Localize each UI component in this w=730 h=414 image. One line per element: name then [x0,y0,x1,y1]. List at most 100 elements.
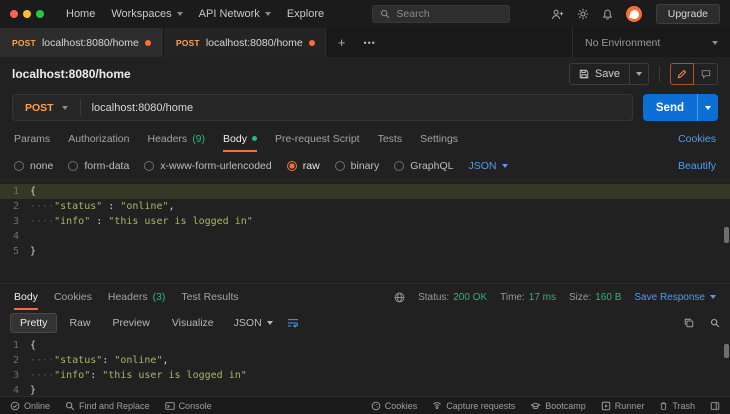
tab-authorization[interactable]: Authorization [68,125,129,152]
tab-tests[interactable]: Tests [378,125,403,152]
tab-headers[interactable]: Headers (9) [147,125,205,152]
line-number: 5 [12,246,19,257]
response-tab-body[interactable]: Body [14,284,38,310]
mode-none[interactable]: none [14,160,53,172]
capture-requests-label: Capture requests [446,400,516,411]
menu-workspaces[interactable]: Workspaces [103,4,190,24]
mode-raw[interactable]: raw [286,160,320,172]
runner-button[interactable]: Runner [601,401,644,411]
response-tab-headers[interactable]: Headers (3) [108,284,166,310]
tab-pre-request-script[interactable]: Pre-request Script [275,125,360,152]
save-button[interactable]: Save [570,64,629,84]
code-text: { [30,340,37,351]
mode-form-data[interactable]: form-data [68,160,129,172]
json-separator: : [102,201,121,212]
tab-title: localhost:8080/home [205,36,303,49]
upgrade-button[interactable]: Upgrade [655,4,721,24]
global-search-input[interactable]: Search [372,5,511,23]
mode-x-www-form-urlencoded[interactable]: x-www-form-urlencoded [144,160,272,172]
request-title: localhost:8080/home [12,66,131,81]
method-selector[interactable]: POST [13,102,80,114]
code-line: 4 [0,229,730,244]
find-replace-button[interactable]: Find and Replace [65,401,150,411]
capture-requests-button[interactable]: Capture requests [432,401,515,411]
comments-button[interactable] [694,62,718,85]
request-body-editor[interactable]: 1 { 2 ····"status" : "online", 3 ····"in… [0,180,730,283]
trash-button[interactable]: Trash [659,401,695,411]
online-status[interactable]: Online [10,401,50,411]
globe-icon[interactable] [394,292,405,303]
view-raw-button[interactable]: Raw [59,313,100,333]
find-replace-icon [66,401,75,410]
mode-binary[interactable]: binary [334,160,379,172]
tab-label: Cookies [53,291,92,303]
postman-account-avatar[interactable] [625,6,642,22]
runner-icon [601,401,611,410]
cookies-link[interactable]: Cookies [678,133,716,145]
editor-scrollbar[interactable] [724,344,729,358]
editor-scrollbar[interactable] [724,227,729,243]
menu-explore[interactable]: Explore [279,4,332,24]
request-tab-1[interactable]: POST localhost:8080/home [0,28,164,57]
invite-user-icon[interactable] [551,9,564,20]
mode-label: form-data [84,160,130,172]
language-selector[interactable]: JSON [468,160,508,172]
search-icon [381,9,390,19]
beautify-link[interactable]: Beautify [678,160,716,172]
json-value: "this user is logged in" [102,370,247,381]
response-language-selector[interactable]: JSON [226,317,281,329]
code-text: ····"info": "this user is logged in" [30,368,247,383]
rename-request-button[interactable] [670,62,694,85]
language-label: JSON [233,317,262,329]
radio-icon [394,161,405,171]
method-label: POST [25,101,54,114]
response-tab-test-results[interactable]: Test Results [181,284,238,310]
tab-settings[interactable]: Settings [420,125,458,152]
console-button[interactable]: Console [164,401,212,411]
request-tab-strip: POST localhost:8080/home POST localhost:… [0,28,730,57]
tab-label: Body [223,132,247,145]
send-options-button[interactable] [698,94,718,121]
menu-home-label: Home [66,8,96,20]
view-visualize-button[interactable]: Visualize [162,313,224,333]
view-pretty-button[interactable]: Pretty [10,313,58,333]
search-response-icon[interactable] [710,318,720,328]
view-preview-button[interactable]: Preview [102,313,159,333]
zoom-window-button[interactable] [36,10,44,18]
size-value: 160 B [595,291,622,303]
mode-graphql[interactable]: GraphQL [394,160,453,172]
settings-gear-icon[interactable] [577,8,589,20]
new-tab-button[interactable]: + [328,28,356,57]
json-value: "online" [120,201,169,212]
toggle-panel-button[interactable] [710,401,720,411]
tab-params[interactable]: Params [14,125,50,152]
bootcamp-button[interactable]: Bootcamp [530,401,586,411]
wrap-lines-icon[interactable] [287,318,299,328]
menu-home[interactable]: Home [58,4,103,24]
url-input[interactable]: localhost:8080/home [81,102,205,114]
line-number: 1 [12,186,19,197]
chevron-down-icon [264,12,271,16]
menu-api-network[interactable]: API Network [191,4,279,24]
save-button-group: Save [568,62,649,85]
send-button[interactable]: Send [643,94,697,121]
save-response-button[interactable]: Save Response [634,292,716,303]
minimize-window-button[interactable] [23,10,31,18]
notifications-bell-icon[interactable] [602,8,613,20]
tab-body[interactable]: Body [223,125,257,152]
json-separator: : [90,216,109,227]
cookies-manager-button[interactable]: Cookies [371,401,417,411]
response-body-editor[interactable]: 1 { 2 ····"status": "online", 3 ····"inf… [0,336,730,396]
status-label: Status: [418,291,450,303]
time-label: Time: [500,291,525,303]
code-line: 4 } [0,383,730,396]
request-tab-2[interactable]: POST localhost:8080/home [163,28,328,57]
close-window-button[interactable] [10,10,18,18]
environment-selector[interactable]: No Environment [572,28,730,57]
response-tab-cookies[interactable]: Cookies [54,284,92,310]
copy-icon[interactable] [684,318,694,328]
tab-options-button[interactable]: ••• [356,28,384,57]
response-size: Size: 160 B [569,292,621,303]
save-options-button[interactable] [630,64,648,84]
json-key: "info" [54,370,91,381]
